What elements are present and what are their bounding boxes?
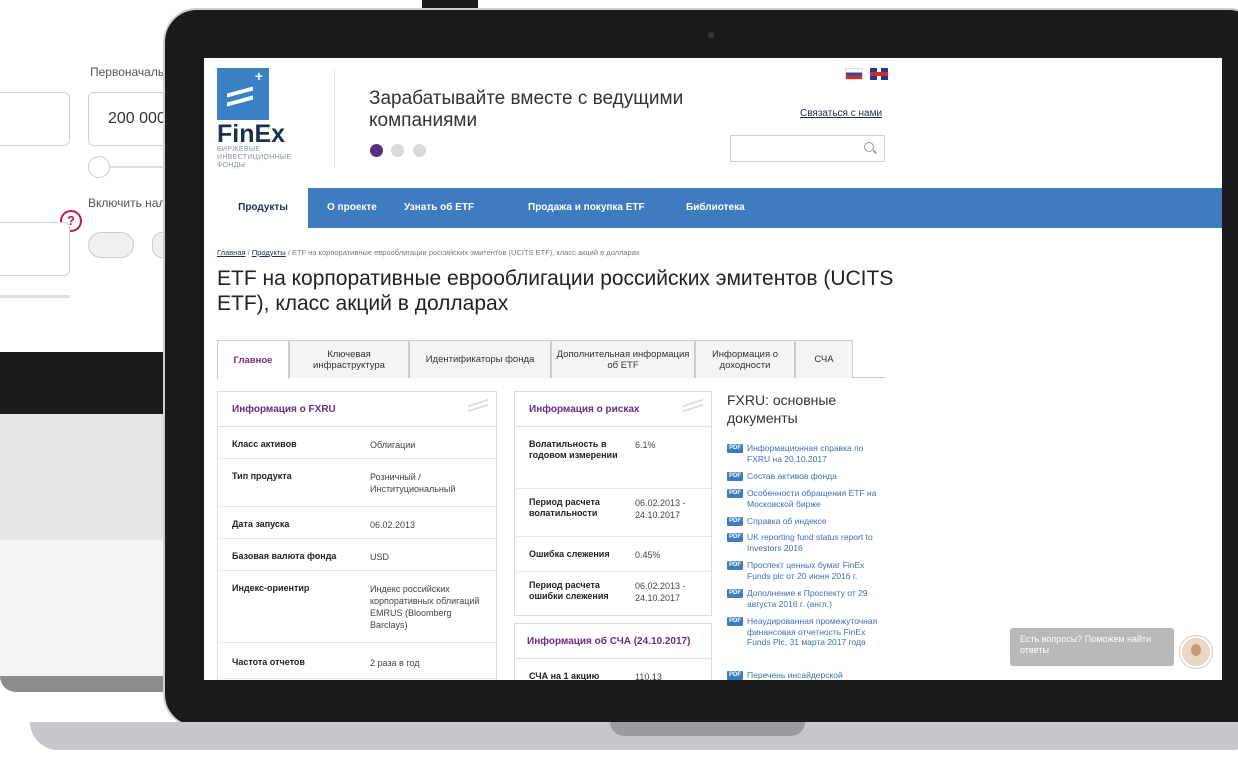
tax-input-left[interactable] [0, 222, 70, 276]
background-device-screen [0, 414, 180, 540]
nav-buy-sell-etf[interactable]: Продажа и покупка ETF [528, 188, 645, 228]
document-link[interactable]: PDF Дополнение к Проспекту от 29 августа … [727, 588, 887, 609]
uk-flag-icon[interactable] [870, 68, 889, 80]
amount-input-left[interactable] [0, 92, 70, 146]
tab-returns-info[interactable]: Информация о доходности [695, 340, 795, 378]
chat-avatar-icon[interactable] [1180, 636, 1212, 668]
documents-title: FXRU: основные документы [727, 392, 837, 426]
logo-mark-icon: + [217, 68, 269, 120]
russian-flag-icon[interactable] [845, 68, 863, 80]
tab-key-infrastructure[interactable]: Ключевая инфраструктура [289, 340, 409, 378]
pdf-icon: PDF [727, 489, 743, 498]
tab-additional-info[interactable]: Дополнительная информация об ETF [551, 340, 695, 378]
amount-slider-handle[interactable] [88, 156, 110, 178]
header-tagline: Зарабатывайте вместе с ведущими компания… [369, 88, 684, 131]
breadcrumb-current: ETF на корпоративные еврооблигации росси… [291, 248, 640, 257]
slider-dot[interactable] [412, 144, 426, 157]
fund-info-title: Информация о FXRU [218, 392, 496, 427]
document-link[interactable]: PDF Справка об индексе [727, 516, 887, 527]
pdf-icon: PDF [727, 533, 743, 542]
nav-products[interactable]: Продукты [218, 188, 308, 228]
document-link[interactable]: PDF Особенности обращения ETF на Московск… [727, 488, 887, 509]
table-row: Дата запуска 06.02.2013 [218, 507, 496, 539]
table-row: Индекс-ориентир Индекс российских корпор… [218, 571, 496, 643]
background-device-base [0, 676, 180, 692]
table-row: Волатильность в годовом измерении 6.1% [515, 427, 711, 489]
table-row: СЧА на 1 акцию 110.13 [529, 671, 662, 680]
main-nav: Продукты О проекте Узнать об ETF Продажа… [218, 188, 1222, 228]
logo-name: FinEx [217, 120, 286, 148]
tab-main[interactable]: Главное [217, 340, 289, 379]
page-title: ETF на корпоративные еврооблигации росси… [217, 267, 894, 315]
slider-dot[interactable] [370, 144, 383, 157]
table-row: Класс активов Облигации [218, 427, 496, 459]
breadcrumb-products[interactable]: Продукты [252, 248, 286, 257]
header-divider [334, 68, 335, 168]
include-tax-toggle[interactable] [88, 232, 134, 258]
search-icon[interactable] [864, 142, 874, 152]
pdf-icon: PDF [727, 561, 743, 570]
document-link[interactable]: PDF Проспект ценных бумаг FinEx Funds plc… [727, 560, 887, 581]
card-decor-icon [468, 398, 488, 414]
document-link[interactable]: PDF Информационная справка по FXRU на 20.… [727, 443, 887, 464]
slider-dot[interactable] [391, 144, 405, 157]
breadcrumb-home[interactable]: Главная [217, 248, 246, 257]
risk-info-title: Информация о рисках [515, 392, 711, 427]
nav-learn-etf[interactable]: Узнать об ETF [404, 188, 474, 228]
table-row: Базовая валюта фонда USD [218, 539, 496, 571]
pdf-icon: PDF [727, 589, 743, 598]
nav-library[interactable]: Библиотека [686, 188, 745, 228]
nav-info-title: Информация об СЧА (24.10.2017) [515, 624, 711, 659]
chat-prompt[interactable]: Есть вопросы? Поможем найти ответы [1010, 628, 1174, 666]
pdf-icon: PDF [727, 444, 743, 453]
document-link[interactable]: PDF UK reporting fund status report to In… [727, 532, 887, 553]
logo-subtitle: БИРЖЕВЫЕ ИНВЕСТИЦИОННЫЕ ФОНДЫ [217, 146, 292, 169]
browser-screen: + FinEx БИРЖЕВЫЕ ИНВЕСТИЦИОННЫЕ ФОНДЫ За… [204, 58, 1222, 680]
table-row: Частота отчетов 2 раза в год [218, 643, 496, 679]
amount-slider-track[interactable] [110, 166, 170, 168]
document-link[interactable]: PDF Перечень инсайдерской [727, 670, 887, 680]
tab-fund-identifiers[interactable]: Идентификаторы фонда [409, 340, 551, 378]
finex-logo[interactable]: + FinEx БИРЖЕВЫЕ ИНВЕСТИЦИОННЫЕ ФОНДЫ [217, 68, 307, 170]
risk-info-card: Информация о рисках Волатильность в годо… [514, 391, 712, 616]
initial-amount-value: 200 000 [108, 110, 166, 127]
table-row: Период расчета ошибки слежения 06.02.201… [529, 580, 686, 603]
include-tax-label: Включить нал [88, 196, 166, 210]
pdf-icon: PDF [727, 517, 743, 526]
table-row: Ошибка слежения 0.45% [515, 537, 711, 572]
table-row: Тип продукта Розничный / Институциональн… [218, 459, 496, 507]
initial-amount-label: Первоначаль [90, 65, 165, 79]
contact-us-link[interactable]: Связаться с нами [800, 108, 882, 119]
fund-tabs: Главное Ключевая инфраструктура Идентифи… [217, 340, 885, 379]
language-switcher [842, 68, 889, 86]
document-link[interactable]: PDF Неаудированная промежуточная финансов… [727, 616, 887, 648]
table-row: Период расчета волатильности 06.02.2013 … [515, 489, 711, 537]
pdf-icon: PDF [727, 671, 743, 680]
pdf-icon: PDF [727, 617, 743, 626]
fund-info-card: Информация о FXRU Класс активов Облигаци… [217, 391, 497, 680]
document-link[interactable]: PDF Состав активов фонда [727, 471, 887, 482]
laptop-notch [610, 722, 805, 736]
search-input[interactable] [730, 135, 885, 162]
background-device [0, 352, 180, 414]
tab-nav[interactable]: СЧА [795, 340, 853, 378]
nav-about[interactable]: О проекте [327, 188, 377, 228]
pdf-icon: PDF [727, 472, 743, 481]
camera-icon [708, 32, 714, 38]
divider [0, 295, 70, 298]
card-decor-icon [683, 398, 703, 414]
slider-dots [370, 144, 430, 162]
breadcrumb: Главная / Продукты / ETF на корпоративны… [217, 248, 640, 257]
background-device-body [0, 540, 180, 680]
nav-info-card: Информация об СЧА (24.10.2017) СЧА на 1 … [514, 623, 712, 680]
